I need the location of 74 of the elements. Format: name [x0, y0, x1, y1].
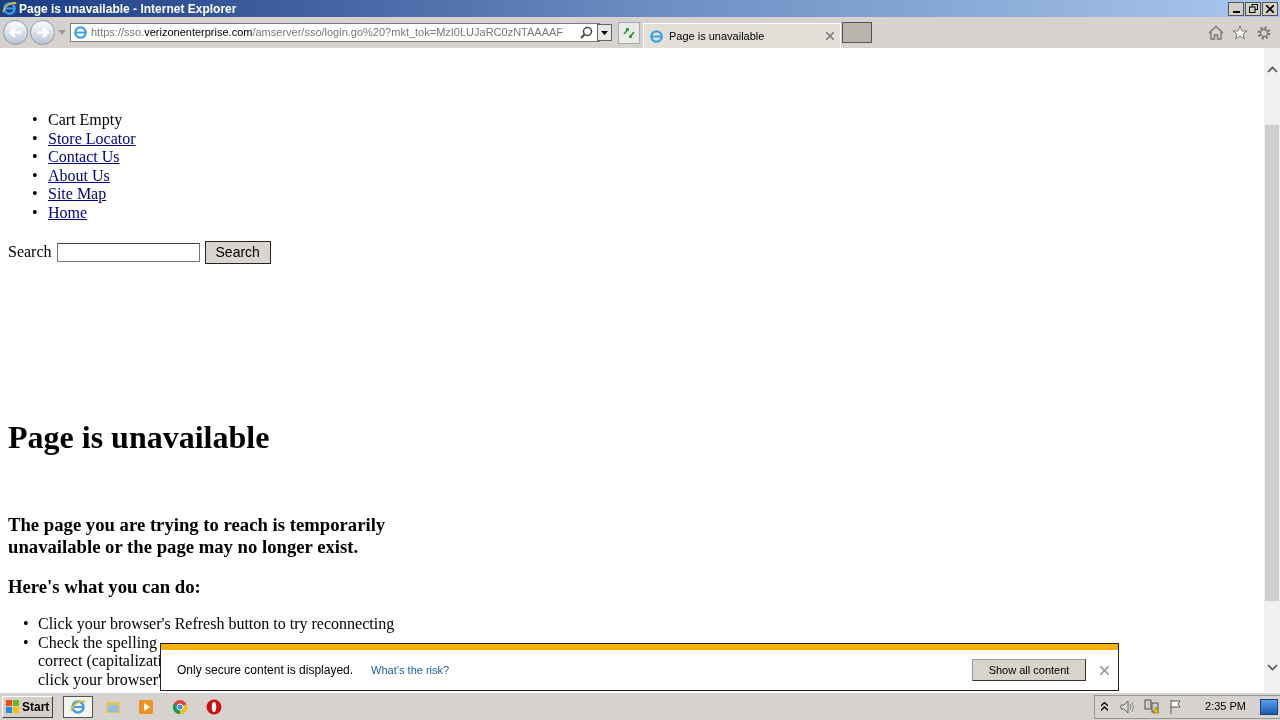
scroll-down-icon[interactable] [1266, 664, 1278, 671]
refresh-arrows-icon [622, 26, 636, 39]
dropdown-caret-icon [58, 30, 66, 35]
bullet: • [32, 166, 39, 185]
nav-link[interactable]: Store Locator [48, 129, 136, 148]
new-tab-button[interactable] [842, 22, 872, 43]
caret-icon [601, 30, 608, 35]
taskbar-browser-button[interactable] [63, 695, 94, 718]
search-icon [580, 26, 593, 39]
scrollbar[interactable] [1264, 48, 1280, 692]
close-tab-icon[interactable] [826, 32, 834, 40]
tip-text: Click your browser's Refresh button to try reconnecting [38, 615, 395, 632]
minimize-button[interactable] [1228, 1, 1244, 16]
show-all-content-button[interactable]: Show all content [972, 659, 1086, 681]
bullet: • [32, 129, 39, 148]
cart-status: Cart Empty [48, 111, 123, 130]
restore-icon [1248, 4, 1258, 13]
home-icon[interactable] [1208, 25, 1224, 40]
notification-message: Only secure content is displayed. [177, 662, 354, 679]
windows-logo-icon [6, 699, 20, 714]
start-button[interactable]: Start [2, 695, 54, 718]
nav-link[interactable]: Site Map [48, 185, 107, 204]
chrome-icon[interactable] [172, 698, 189, 715]
bullet: • [32, 203, 39, 222]
back-arrow-icon [9, 27, 22, 38]
url-text: https://sso.verizonenterprise.com/amserver/sso/login.go%20?mkt_tok=MzI0LUJaRC0zNTAAAAF [91, 25, 564, 41]
page-icon [73, 25, 88, 40]
network-warning-icon[interactable] [1144, 699, 1161, 714]
clock: 2:35 PM [1205, 699, 1246, 715]
tip-text: click your browser' [38, 670, 161, 688]
speaker-icon[interactable] [1120, 699, 1137, 714]
nav-link[interactable]: Home [48, 203, 88, 222]
forward-arrow-icon [36, 27, 49, 38]
page-heading: Page is unavailable [8, 419, 271, 455]
bullet: • [23, 615, 30, 634]
close-button[interactable] [1262, 1, 1278, 16]
browser-logo-icon [70, 698, 87, 715]
error-message: The page you are trying to reach is temporarily unavailable or the page may no longer exist. [8, 514, 387, 558]
star-icon[interactable] [1232, 25, 1248, 40]
media-player-icon[interactable] [138, 698, 155, 715]
close-icon [1266, 4, 1274, 13]
close-icon[interactable] [1100, 665, 1109, 675]
bullet: • [23, 633, 30, 653]
show-hidden-icons-icon[interactable] [1101, 702, 1109, 711]
nav-link[interactable]: About Us [48, 166, 110, 185]
browser-tab[interactable]: Page is unavailable [643, 23, 841, 48]
show-desktop-button[interactable] [1260, 698, 1278, 715]
search-button[interactable]: Search [204, 240, 271, 264]
minimize-icon [1232, 10, 1240, 13]
search-field[interactable] [56, 242, 200, 262]
tip-text: Check the spelling [38, 633, 158, 651]
compatibility-button[interactable] [618, 21, 640, 44]
page-icon [649, 28, 664, 44]
bullet: • [32, 185, 39, 204]
nav-link[interactable]: Contact Us [48, 148, 120, 167]
tab-label: Page is unavailable [669, 28, 765, 44]
browser-logo-icon [2, 1, 17, 16]
address-bar[interactable]: https://sso.verizonenterprise.com/amserver/sso/login.go%20?mkt_tok=MzI0LUJaRC0zNTAAAAF [70, 23, 600, 42]
search-label: Search [8, 242, 52, 262]
scrollbar-thumb[interactable] [1265, 125, 1279, 601]
restore-button[interactable] [1245, 1, 1261, 16]
opera-icon[interactable] [206, 698, 223, 715]
tip-text: correct (capitalizati [38, 652, 162, 669]
bullet: • [32, 111, 39, 130]
address-dropdown-button[interactable] [597, 24, 612, 41]
forward-button[interactable] [30, 20, 55, 45]
risk-link[interactable]: What’s the risk? [371, 661, 450, 679]
settings-icon[interactable] [1256, 24, 1272, 41]
flag-icon[interactable] [1169, 699, 1184, 714]
back-button[interactable] [3, 20, 28, 45]
help-heading: Here's what you can do: [8, 576, 202, 598]
scroll-up-icon[interactable] [1266, 66, 1278, 73]
bullet: • [32, 148, 39, 167]
window-title: Page is unavailable - Internet Explorer [19, 0, 237, 18]
